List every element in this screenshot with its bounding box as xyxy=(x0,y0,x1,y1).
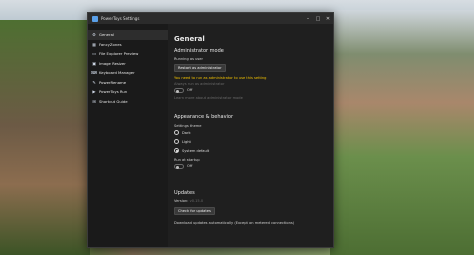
page-title: General xyxy=(174,35,205,43)
keyboard-icon: ⌨ xyxy=(91,70,98,76)
sidebar-item-label: Shortcut Guide xyxy=(99,98,128,104)
sidebar-item-image-resizer[interactable]: ▣ Image Resizer xyxy=(88,59,168,69)
sidebar-item-label: Keyboard Manager xyxy=(99,70,135,76)
wallpaper-right-cliffs xyxy=(330,10,474,255)
version-row: Version: v0.15.0 xyxy=(174,199,203,203)
shortcut-icon: ⊞ xyxy=(92,98,96,104)
version-value: v0.15.0 xyxy=(189,199,204,203)
folder-icon: ▭ xyxy=(92,51,96,57)
grid-icon: ▦ xyxy=(92,41,96,47)
close-button[interactable]: ✕ xyxy=(323,13,333,24)
sidebar-item-label: FancyZones xyxy=(99,41,122,47)
radio-button xyxy=(174,139,179,144)
sidebar-item-file-explorer-preview[interactable]: ▭ File Explorer Preview xyxy=(88,49,168,59)
version-label: Version: xyxy=(174,199,189,203)
learn-more-admin-link[interactable]: Learn more about administrator mode xyxy=(174,96,243,100)
theme-option-label: Light xyxy=(182,139,191,144)
sidebar-item-general[interactable]: ⚙ General xyxy=(88,30,168,40)
sidebar-item-label: General xyxy=(99,32,114,38)
sidebar-item-powertoys-run[interactable]: ▶ PowerToys Run xyxy=(88,87,168,97)
always-run-admin-state: Off xyxy=(187,88,193,92)
radio-button-selected xyxy=(174,148,179,153)
theme-option-dark[interactable]: Dark xyxy=(174,130,191,135)
run-at-startup-label: Run at startup xyxy=(174,158,200,162)
sidebar-item-powerrename[interactable]: ✎ PowerRename xyxy=(88,78,168,88)
sidebar-item-keyboard-manager[interactable]: ⌨ Keyboard Manager xyxy=(88,68,168,78)
check-for-updates-button[interactable]: Check for updates xyxy=(174,207,215,215)
sidebar-item-fancyzones[interactable]: ▦ FancyZones xyxy=(88,40,168,50)
theme-option-label: System default xyxy=(182,148,210,153)
image-icon: ▣ xyxy=(92,60,96,66)
sidebar: ⚙ General ▦ FancyZones ▭ File Explorer P… xyxy=(88,24,168,247)
maximize-button[interactable]: □ xyxy=(313,13,323,24)
running-as-text: Running as user xyxy=(174,57,203,61)
title-bar[interactable]: PowerToys Settings – □ ✕ xyxy=(88,13,333,24)
run-at-startup-state: Off xyxy=(187,164,193,168)
restart-as-admin-button[interactable]: Restart as administrator xyxy=(174,64,226,72)
minimize-button[interactable]: – xyxy=(303,13,313,24)
auto-download-updates-label: Download updates automatically (Except o… xyxy=(174,221,295,225)
app-icon xyxy=(92,15,98,22)
window-title: PowerToys Settings xyxy=(101,16,140,21)
radio-button xyxy=(174,130,179,135)
updates-heading: Updates xyxy=(174,190,195,196)
run-at-startup-toggle[interactable] xyxy=(174,164,184,169)
wallpaper-left-cliff xyxy=(0,20,90,255)
theme-option-system-default[interactable]: System default xyxy=(174,148,209,153)
powertoys-settings-window: PowerToys Settings – □ ✕ ⚙ General ▦ Fan… xyxy=(87,12,334,248)
run-icon: ▶ xyxy=(92,89,96,95)
sidebar-item-label: PowerRename xyxy=(99,79,127,85)
gear-icon: ⚙ xyxy=(92,32,96,38)
general-settings-panel: General Administrator mode Running as us… xyxy=(174,35,327,247)
settings-theme-label: Settings theme xyxy=(174,124,202,128)
theme-option-light[interactable]: Light xyxy=(174,139,191,144)
sidebar-item-label: File Explorer Preview xyxy=(99,51,139,57)
always-run-admin-label: Always run as administrator xyxy=(174,82,225,86)
admin-warning-text: You need to run as administrator to use … xyxy=(174,76,267,80)
appearance-heading: Appearance & behavior xyxy=(174,114,234,120)
rename-icon: ✎ xyxy=(92,79,96,85)
sidebar-item-label: PowerToys Run xyxy=(99,89,128,95)
admin-mode-heading: Administrator mode xyxy=(174,48,224,54)
theme-option-label: Dark xyxy=(182,130,191,135)
always-run-admin-toggle[interactable] xyxy=(174,88,184,93)
sidebar-item-label: Image Resizer xyxy=(99,60,126,66)
sidebar-item-shortcut-guide[interactable]: ⊞ Shortcut Guide xyxy=(88,97,168,107)
